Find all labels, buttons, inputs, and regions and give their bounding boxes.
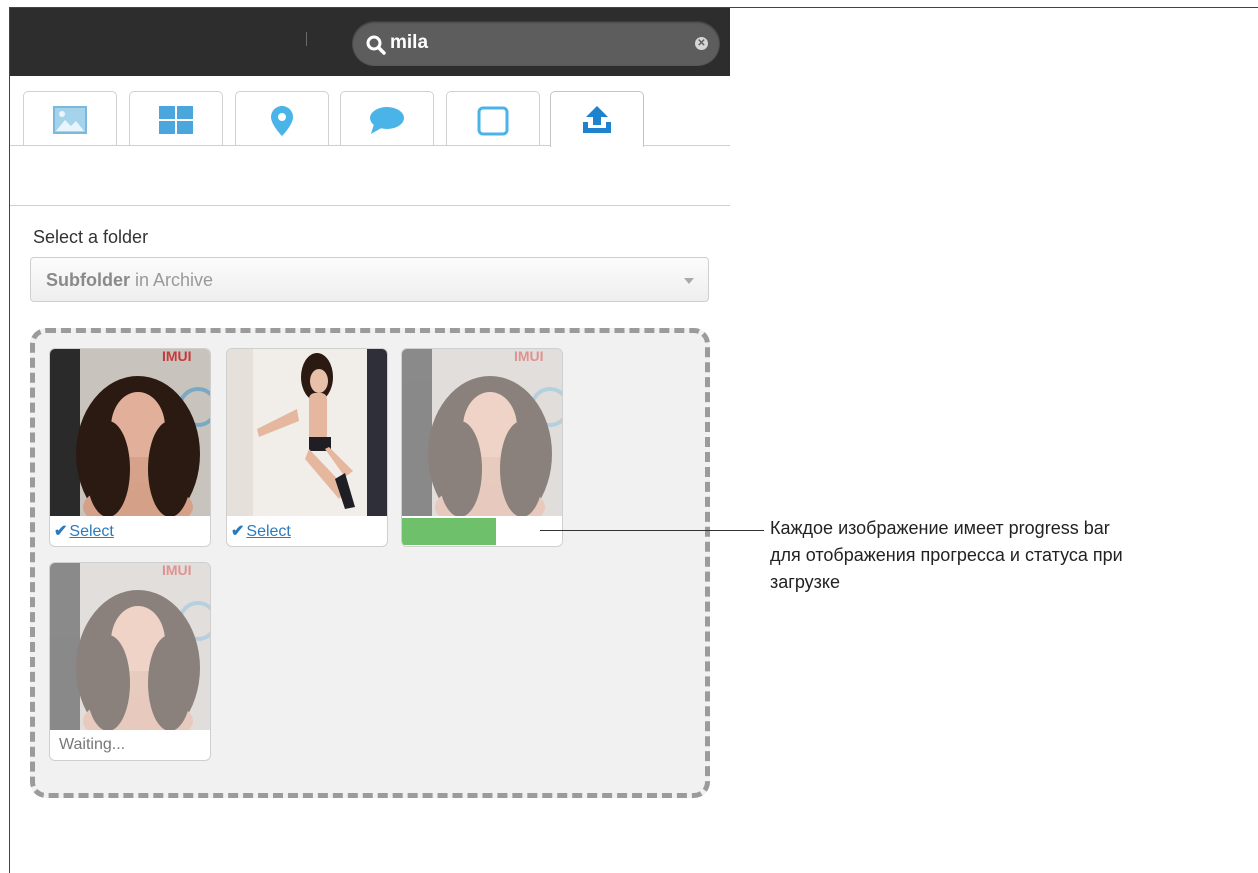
- svg-text:IMUI: IMUI: [514, 349, 544, 364]
- tab-location[interactable]: [235, 91, 329, 145]
- folder-select[interactable]: Subfolder in Archive: [30, 257, 709, 302]
- tab-comments[interactable]: [340, 91, 434, 145]
- uploaded-photo: [227, 349, 387, 516]
- tab-bar: [10, 76, 730, 147]
- uploaded-photo: IMUI: [402, 349, 562, 516]
- upload-item: IMUI: [401, 348, 563, 547]
- checkmark-icon: ✔: [231, 523, 245, 540]
- chevron-down-icon: [684, 278, 694, 284]
- select-label: Select: [246, 523, 291, 540]
- upload-progress-bar: [402, 518, 562, 545]
- tab-upload[interactable]: [550, 91, 644, 147]
- folder-name: Subfolder: [46, 270, 130, 290]
- upload-status: [402, 516, 562, 546]
- search-icon: [366, 35, 386, 60]
- search-input[interactable]: [390, 32, 680, 54]
- select-label: Select: [69, 523, 114, 540]
- svg-text:IMUI: IMUI: [162, 349, 192, 364]
- select-link[interactable]: ✔ Select: [54, 521, 114, 541]
- callout-line-1: Каждое изображение имеет progress bar: [770, 518, 1110, 538]
- waiting-label: Waiting...: [59, 736, 126, 753]
- upload-item: IMUI ✔ Select: [49, 348, 211, 547]
- upload-item: IMUI Waiting...: [49, 562, 211, 761]
- callout-line-2: для отображения прогресса и статуса при: [770, 545, 1123, 565]
- tab-frame[interactable]: [446, 91, 540, 145]
- folder-label: Select a folder: [33, 227, 149, 247]
- uploaded-photo: IMUI: [50, 349, 210, 516]
- tab-images[interactable]: [23, 91, 117, 145]
- callout-line: [540, 530, 764, 531]
- upload-status: Waiting...: [50, 730, 210, 760]
- folder-parent: in Archive: [130, 270, 214, 290]
- topbar-separator: [306, 32, 307, 46]
- section-divider: [10, 205, 730, 206]
- clear-search-icon[interactable]: ✕: [695, 37, 708, 50]
- top-bar: ✕: [10, 8, 730, 76]
- checkmark-icon: ✔: [54, 523, 68, 540]
- upload-item: ✔ Select: [226, 348, 388, 547]
- upload-status: ✔ Select: [50, 516, 210, 546]
- upload-status: ✔ Select: [227, 516, 387, 546]
- upload-progress-fill: [402, 518, 497, 545]
- uploaded-photo: IMUI: [50, 563, 210, 730]
- select-link[interactable]: ✔ Select: [231, 521, 291, 541]
- callout-line-3: загрузке: [770, 572, 840, 592]
- callout-text: Каждое изображение имеет progress bar дл…: [770, 515, 1250, 596]
- svg-text:IMUI: IMUI: [162, 563, 192, 578]
- tab-gallery[interactable]: [129, 91, 223, 145]
- search-box[interactable]: ✕: [352, 21, 720, 66]
- folder-select-value: Subfolder in Archive: [46, 270, 213, 291]
